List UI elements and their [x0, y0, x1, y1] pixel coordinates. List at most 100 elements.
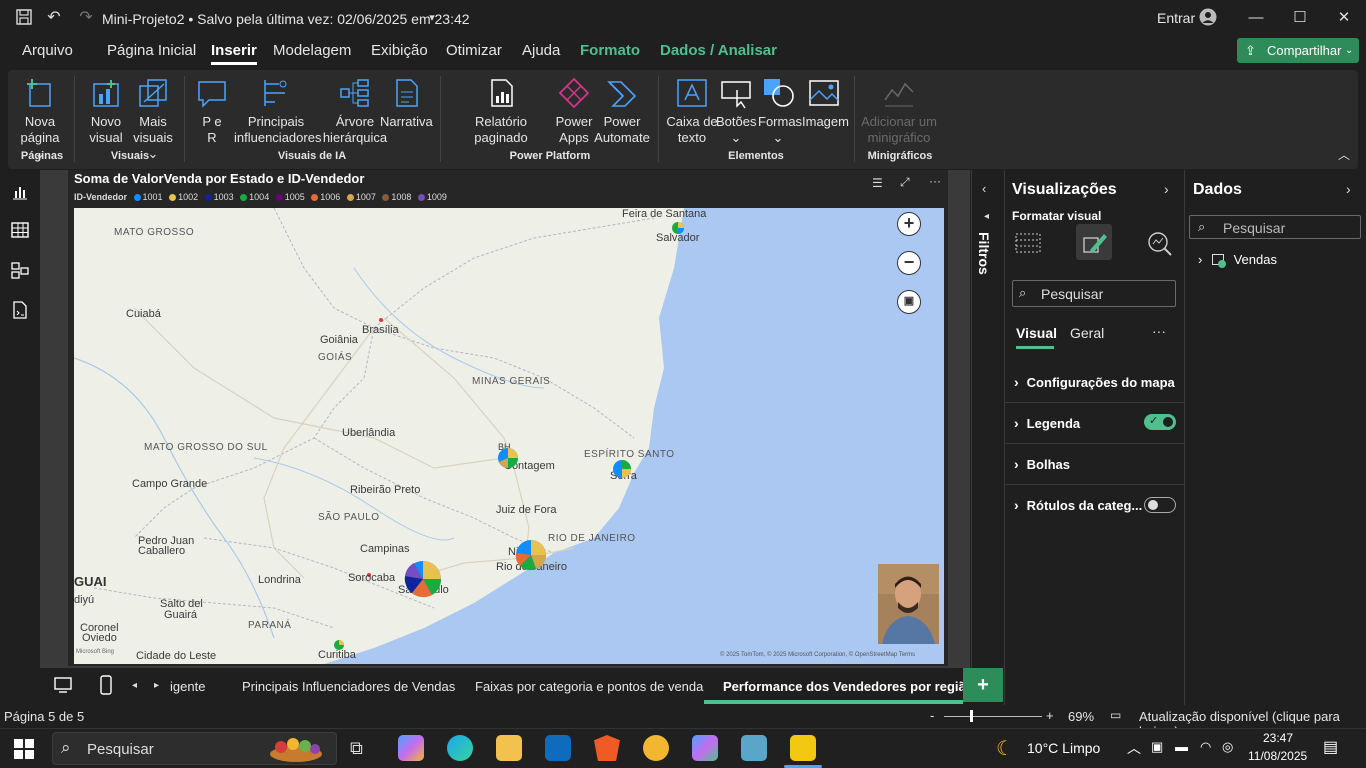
- volume-icon[interactable]: ◎: [1222, 739, 1233, 755]
- dax-query-icon[interactable]: [10, 300, 30, 320]
- vis-search-input[interactable]: ⌕ Pesquisar: [1012, 280, 1176, 307]
- report-view-icon[interactable]: [10, 182, 30, 202]
- expand-filters-icon[interactable]: ‹: [982, 181, 986, 196]
- zoom-in-button[interactable]: +: [897, 212, 921, 236]
- key-influencers-button[interactable]: Principais influenciadores: [234, 76, 321, 146]
- task-view-icon[interactable]: ⧉: [350, 738, 363, 759]
- legend-item[interactable]: 1007: [343, 192, 376, 202]
- filter-visual-icon[interactable]: ☰: [872, 176, 883, 190]
- build-visual-icon[interactable]: [1014, 230, 1042, 256]
- m365-icon[interactable]: [692, 735, 718, 761]
- new-visual-button[interactable]: Novo visual: [84, 76, 128, 146]
- pie-bubble-salvador[interactable]: [670, 220, 686, 236]
- page-tab[interactable]: igente: [170, 679, 205, 694]
- menu-exibicao[interactable]: Exibição: [371, 42, 428, 59]
- paginated-report-button[interactable]: Relatório paginado: [448, 76, 554, 146]
- menu-pagina-inicial[interactable]: Página Inicial: [107, 42, 196, 59]
- legend-item[interactable]: 1001: [130, 192, 163, 202]
- tab-geral[interactable]: Geral: [1070, 325, 1104, 341]
- scroll-tabs-left-icon[interactable]: ◂: [132, 680, 137, 691]
- pie-bubble-curitiba[interactable]: [332, 638, 346, 652]
- legend-item[interactable]: 1004: [236, 192, 269, 202]
- format-visual-tab[interactable]: [1076, 224, 1112, 260]
- minimize-button[interactable]: —: [1236, 6, 1276, 30]
- menu-dados-analisar[interactable]: Dados / Analisar: [660, 42, 777, 59]
- table-view-icon[interactable]: [10, 220, 30, 240]
- textbox-button[interactable]: Caixa de texto: [664, 76, 720, 146]
- legend-item[interactable]: 1009: [414, 192, 447, 202]
- section-map-settings[interactable]: Configurações do mapa: [1014, 374, 1179, 390]
- collapse-ribbon-icon[interactable]: ︿: [1338, 146, 1350, 163]
- section-bubbles[interactable]: Bolhas: [1014, 456, 1179, 472]
- battery-icon[interactable]: ▬: [1175, 739, 1188, 754]
- undo-icon[interactable]: ↶: [44, 8, 64, 28]
- legend-item[interactable]: 1002: [165, 192, 198, 202]
- power-automate-button[interactable]: Power Automate: [594, 76, 650, 146]
- user-avatar-icon[interactable]: [1198, 8, 1218, 28]
- more-options-icon[interactable]: ···: [1152, 323, 1166, 339]
- zoom-slider-handle[interactable]: [970, 710, 973, 722]
- image-button[interactable]: Imagem: [802, 76, 849, 130]
- sparkline-button[interactable]: Adicionar um minigráfico: [860, 76, 938, 146]
- legend-item[interactable]: 1005: [272, 192, 305, 202]
- zoom-out-button[interactable]: −: [897, 251, 921, 275]
- vpn-app-icon[interactable]: [643, 735, 669, 761]
- category-labels-toggle[interactable]: [1144, 497, 1176, 513]
- zoom-slider[interactable]: [944, 716, 1042, 717]
- legend-item[interactable]: 1006: [307, 192, 340, 202]
- map-style-button[interactable]: ▣: [897, 290, 921, 314]
- brave-icon[interactable]: [594, 735, 620, 761]
- map-area[interactable]: Feira de Santana Salvador MATO GROSSO Cu…: [74, 208, 944, 664]
- pie-bubble-contagem[interactable]: [496, 446, 520, 470]
- power-bi-icon[interactable]: [790, 735, 816, 761]
- menu-inserir[interactable]: Inserir: [211, 42, 257, 65]
- desktop-layout-icon[interactable]: [54, 676, 72, 694]
- zoom-in-icon[interactable]: +: [1046, 708, 1054, 723]
- pie-bubble-serra[interactable]: [611, 458, 633, 480]
- weather-text[interactable]: 10°C Limpo: [1027, 740, 1100, 756]
- table-vendas[interactable]: › Vendas: [1198, 252, 1277, 268]
- menu-arquivo[interactable]: Arquivo: [22, 42, 73, 59]
- windows-start-icon[interactable]: [14, 739, 34, 759]
- close-button[interactable]: ✕: [1324, 6, 1364, 30]
- zoom-out-icon[interactable]: -: [930, 708, 934, 723]
- collapse-pane-icon[interactable]: ›: [1346, 181, 1351, 197]
- share-button[interactable]: ⇪ Compartilhar ⌄: [1237, 38, 1359, 63]
- buttons-button[interactable]: Botões ⌄: [716, 76, 756, 146]
- page-tab[interactable]: Faixas por categoria e pontos de venda: [475, 679, 703, 694]
- menu-ajuda[interactable]: Ajuda: [522, 42, 560, 59]
- qa-button[interactable]: P e R: [194, 76, 230, 146]
- pie-bubble-sao-paulo[interactable]: [402, 558, 444, 600]
- mobile-layout-icon[interactable]: [100, 675, 112, 695]
- page-tab-active[interactable]: Performance dos Vendedores por região: [723, 679, 974, 694]
- clock-date[interactable]: 11/08/2025: [1248, 749, 1307, 763]
- chevron-down-icon[interactable]: ▾: [422, 8, 442, 28]
- narrative-button[interactable]: Narrativa: [380, 76, 433, 130]
- maximize-button[interactable]: ☐: [1280, 6, 1320, 30]
- model-view-icon[interactable]: [10, 260, 30, 280]
- meet-icon[interactable]: ▣: [1151, 739, 1163, 755]
- clock-time[interactable]: 23:47: [1263, 731, 1293, 745]
- page-tab[interactable]: Principais Influenciadores de Vendas: [242, 679, 455, 694]
- more-options-icon[interactable]: ···: [929, 174, 941, 188]
- pie-bubble-rio[interactable]: [514, 538, 548, 572]
- analytics-icon[interactable]: [1146, 230, 1174, 256]
- scroll-tabs-right-icon[interactable]: ▸: [154, 680, 159, 691]
- menu-otimizar[interactable]: Otimizar: [446, 42, 502, 59]
- menu-modelagem[interactable]: Modelagem: [273, 42, 351, 59]
- signin-link[interactable]: Entrar: [1157, 10, 1195, 26]
- file-explorer-icon[interactable]: [496, 735, 522, 761]
- focus-mode-icon[interactable]: ⤢: [900, 175, 910, 190]
- redo-icon[interactable]: ↷: [76, 8, 96, 28]
- outlook-icon[interactable]: [545, 735, 571, 761]
- legend-item[interactable]: 1003: [201, 192, 234, 202]
- copilot-icon[interactable]: [398, 735, 424, 761]
- tab-visual[interactable]: Visual: [1016, 325, 1057, 341]
- notepad-icon[interactable]: [741, 735, 767, 761]
- legend-item[interactable]: 1008: [378, 192, 411, 202]
- wifi-icon[interactable]: ◠: [1200, 739, 1211, 755]
- save-icon[interactable]: [14, 8, 34, 28]
- chevron-up-icon[interactable]: ︿: [1127, 738, 1141, 758]
- legend-toggle[interactable]: ✓: [1144, 414, 1176, 430]
- notifications-icon[interactable]: ▤: [1323, 737, 1338, 757]
